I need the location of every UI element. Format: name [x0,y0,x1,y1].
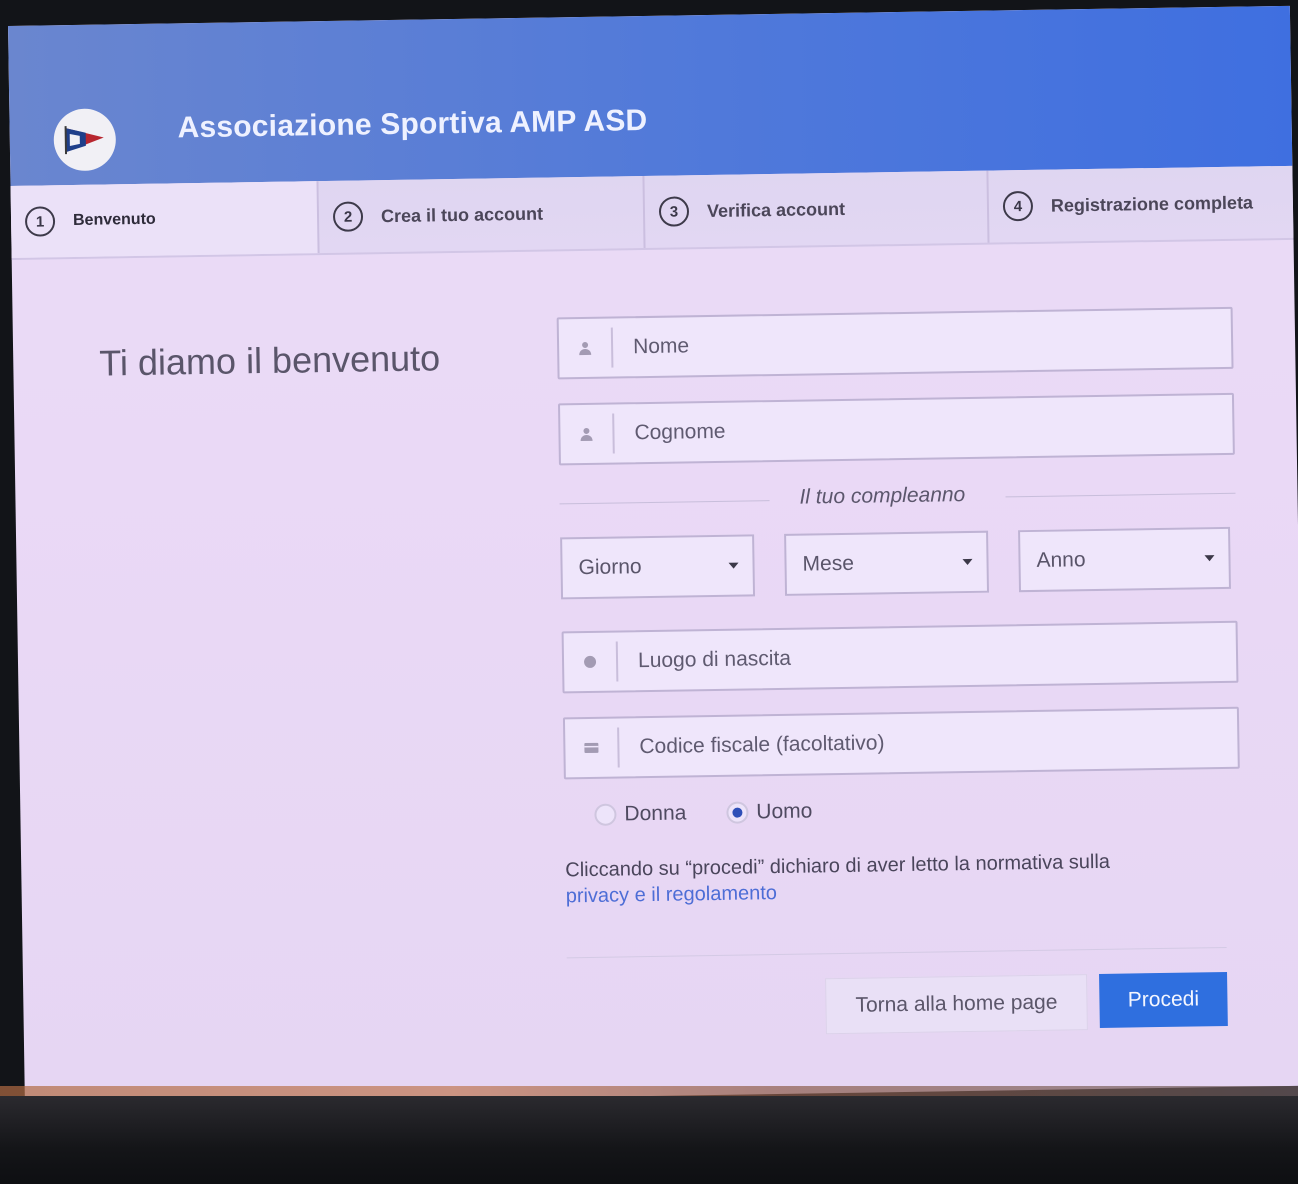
giorno-select-value: Giorno [578,555,642,580]
actions-divider [566,946,1227,959]
caret-down-icon [962,558,973,566]
cognome-placeholder: Cognome [634,419,726,445]
luogo-placeholder: Luogo di nascita [637,646,792,673]
user-icon [558,327,614,369]
birthday-selects: Giorno Mese Anno [560,526,1241,600]
birthday-label: Il tuo compleanno [799,483,966,509]
anno-select-value: Anno [1036,548,1086,572]
registration-form: Nome Cognome Il tuo compleanno Giorno Me… [556,306,1248,1039]
divider-line [559,500,770,505]
codice-placeholder: Codice fiscale (facoltativo) [639,731,885,759]
radio-button-empty[interactable] [594,803,617,826]
step-label: Benvenuto [72,210,156,230]
anno-select[interactable]: Anno [1018,526,1231,593]
radio-label: Donna [624,801,687,826]
step-number: 3 [658,196,690,227]
codice-fiscale-field[interactable]: Codice fiscale (facoltativo) [562,706,1240,780]
step-number: 1 [24,206,56,237]
radio-label: Uomo [756,799,813,824]
step-number: 2 [332,201,364,232]
consent-sentence: Cliccando su “procedi” dichiaro di aver … [565,850,1111,882]
radio-donna[interactable]: Donna [594,801,687,826]
step-label: Crea il tuo account [380,203,544,226]
giorno-select[interactable]: Giorno [560,534,756,600]
radio-uomo[interactable]: Uomo [726,799,813,824]
radio-dot [732,807,743,818]
caret-down-icon [728,562,739,569]
registration-screen: Associazione Sportiva AMP ASD 1 Benvenut… [8,5,1298,1106]
consent-and: e il [634,883,661,907]
privacy-link[interactable]: privacy [566,884,630,907]
pennant-logo-icon [53,108,117,172]
step-number: 4 [1002,190,1034,222]
app-header: Associazione Sportiva AMP ASD [8,5,1293,186]
step-verifica-account[interactable]: 3 Verifica account [644,170,990,249]
step-registrazione-completa[interactable]: 4 Registrazione completa [988,166,1298,243]
app-title: Associazione Sportiva AMP ASD [177,103,648,145]
radio-button-checked[interactable] [726,801,749,824]
home-page-button[interactable]: Torna alla home page [825,974,1088,1035]
divider-line [1005,492,1236,498]
nome-placeholder: Nome [632,334,690,359]
user-icon [560,413,615,455]
luogo-nascita-field[interactable]: Luogo di nascita [561,620,1239,694]
monitor-bezel [0,1096,1298,1184]
nome-field[interactable]: Nome [556,306,1234,380]
cognome-field[interactable]: Cognome [557,392,1235,466]
globe-icon [563,641,619,683]
birthday-divider: Il tuo compleanno [559,479,1236,520]
mese-select[interactable]: Mese [784,530,990,596]
caret-down-icon [1204,555,1215,562]
step-label: Verifica account [706,198,846,221]
id-card-icon [565,727,620,769]
consent-text: Cliccando su “procedi” dichiaro di aver … [565,848,1186,910]
step-benvenuto[interactable]: 1 Benvenuto [10,181,320,258]
gender-radio-group: Donna Uomo [594,793,1244,827]
step-label: Registrazione completa [1050,191,1254,216]
welcome-title: Ti diamo il benvenuto [98,337,441,384]
mese-select-value: Mese [802,551,855,576]
step-crea-account[interactable]: 2 Crea il tuo account [318,176,646,254]
form-actions: Torna alla home page Procedi [567,971,1228,1038]
regolamento-link[interactable]: regolamento [666,882,778,906]
proceed-button[interactable]: Procedi [1099,971,1228,1028]
